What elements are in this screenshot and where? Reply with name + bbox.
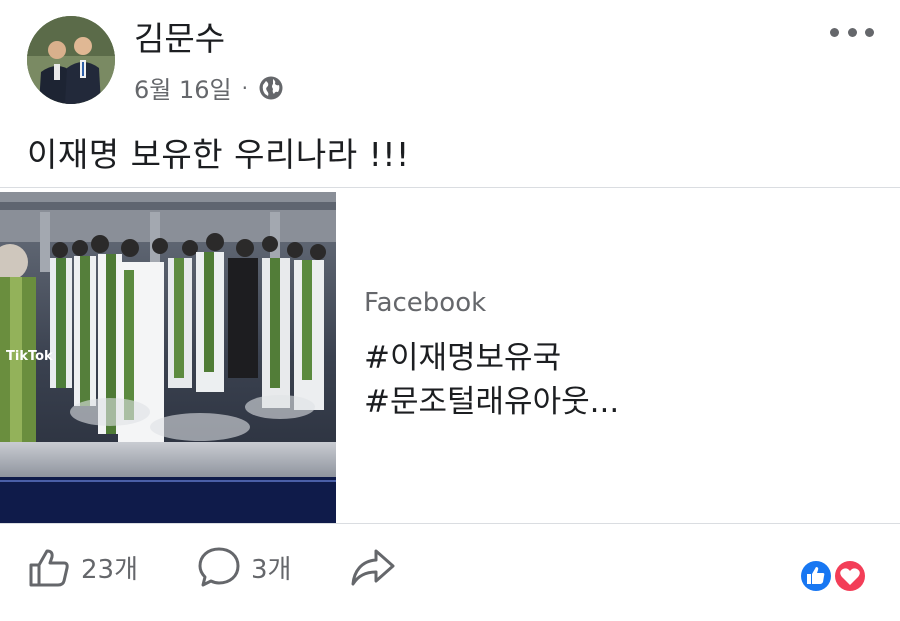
avatar-photo	[27, 16, 115, 104]
meta-separator: ·	[241, 75, 248, 100]
link-site: Facebook	[364, 288, 487, 318]
post-date[interactable]: 6월 16일	[134, 70, 232, 105]
reactions-summary[interactable]	[798, 558, 870, 594]
love-reaction-icon	[833, 559, 867, 593]
post-actions: 23개 3개	[0, 545, 900, 605]
more-dot	[830, 27, 839, 37]
tiktok-watermark: TikTok	[6, 349, 53, 364]
link-title: #이재명보유국 #문조털래유아웃...	[364, 340, 620, 420]
video-thumbnail[interactable]: TikTok	[0, 192, 336, 523]
like-reaction-icon	[799, 559, 833, 593]
post-text: 이재명 보유한 우리나라 !!!	[27, 135, 410, 174]
thumbs-up-icon	[29, 549, 69, 587]
globe-icon[interactable]	[258, 75, 284, 101]
link-preview-card[interactable]: TikTok Facebook #이재명보유국 #문조털래유아웃...	[0, 187, 900, 524]
comment-count: 3개	[251, 554, 292, 585]
author-name[interactable]: 김문수	[134, 12, 225, 60]
like-button[interactable]: 23개	[27, 545, 138, 589]
share-arrow-icon	[351, 549, 395, 586]
share-button[interactable]	[350, 545, 396, 589]
author-avatar[interactable]	[27, 16, 115, 104]
more-dot	[847, 27, 857, 37]
link-info[interactable]: Facebook #이재명보유국 #문조털래유아웃...	[364, 288, 619, 424]
more-dot	[865, 27, 874, 37]
comment-bubble-icon	[198, 547, 240, 587]
like-count: 23개	[81, 554, 139, 585]
comment-button[interactable]: 3개	[197, 545, 291, 589]
thumbnail-image: TikTok	[0, 192, 336, 523]
post-meta: 6월 16일 ·	[134, 70, 284, 105]
more-options-icon[interactable]	[830, 20, 874, 44]
